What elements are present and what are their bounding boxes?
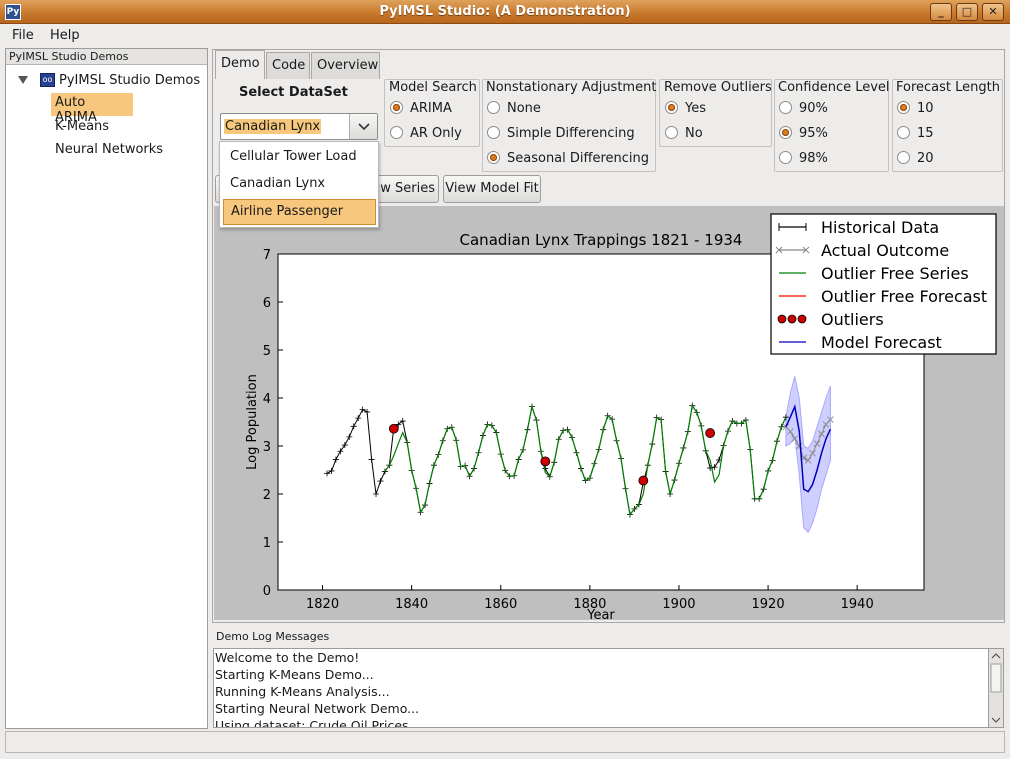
tree-root-label[interactable]: PyIMSL Studio Demos [59,73,200,88]
y-tick-label: 3 [263,440,271,455]
outlier-point [540,456,551,467]
remove-outliers-title: Remove Outliers [664,80,772,95]
chart-panel: Canadian Lynx Trappings 1821 - 1934 Year L… [214,206,1004,623]
dataset-option-airline[interactable]: Airline Passenger [223,199,376,225]
radio-forecast-20[interactable]: 20 [897,151,934,166]
chevron-down-icon[interactable] [349,114,377,139]
radio-confidence-98[interactable]: 98% [779,151,828,166]
close-button[interactable]: ✕ [982,3,1004,21]
menu-bar: File Help [0,24,1010,48]
y-tick-label: 0 [263,584,271,599]
outlier-point [638,475,649,486]
tree-item-k-means[interactable]: K-Means [55,119,109,134]
legend-label: Outlier Free Series [821,264,969,283]
y-tick-label: 7 [263,248,271,263]
dataset-selected: Canadian Lynx [224,119,322,134]
legend-label: Actual Outcome [821,241,949,260]
demos-folder-icon: oo [40,73,55,87]
legend-swatch [797,314,807,324]
radio-none[interactable]: None [487,101,541,116]
legend-label: Outliers [821,310,884,329]
log-line: Welcome to the Demo! [215,650,360,665]
dataset-title: Select DataSet [239,85,348,100]
dataset-option-cellular[interactable]: Cellular Tower Load [223,145,376,171]
log-line: Running K-Means Analysis... [215,684,390,699]
log-title: Demo Log Messages [216,630,330,643]
forecast-length-title: Forecast Length [896,80,1000,95]
log-scrollbar[interactable] [988,648,1004,728]
dataset-dropdown: Cellular Tower Load Canadian Lynx Airlin… [219,141,379,228]
menu-file[interactable]: File [12,28,34,43]
radio-confidence-95[interactable]: 95% [779,126,828,141]
radio-simple-differencing[interactable]: Simple Differencing [487,126,635,141]
legend-label: Historical Data [821,218,939,237]
expand-triangle-icon[interactable] [18,76,28,84]
model-search-title: Model Search [389,80,477,95]
tab-code[interactable]: Code [266,52,310,79]
minimize-button[interactable]: _ [930,3,952,21]
x-tick-label: 1860 [484,597,517,612]
radio-outliers-yes[interactable]: Yes [665,101,706,116]
chart-title: Canadian Lynx Trappings 1821 - 1934 [460,231,743,249]
radio-seasonal-differencing[interactable]: Seasonal Differencing [487,151,649,166]
status-bar [5,731,1005,753]
radio-ar-only[interactable]: AR Only [390,126,462,141]
x-tick-label: 1840 [395,597,428,612]
radio-forecast-10[interactable]: 10 [897,101,934,116]
arima-chart: Canadian Lynx Trappings 1821 - 1934YearL… [245,213,997,623]
tab-demo[interactable]: Demo [215,50,265,79]
y-tick-label: 6 [263,296,271,311]
y-tick-label: 4 [263,392,271,407]
legend-label: Model Forecast [821,333,942,352]
x-tick-label: 1920 [752,597,785,612]
legend-swatch [777,314,787,324]
log-line: Starting K-Means Demo... [215,667,374,682]
legend-swatch [787,314,797,324]
tree-item-auto-arima[interactable]: Auto ARIMA [51,93,133,125]
log-text-area[interactable]: Welcome to the Demo! Starting K-Means De… [213,648,990,728]
x-tick-label: 1880 [573,597,606,612]
outlier-point [388,423,399,434]
log-line: Starting Neural Network Demo... [215,701,420,716]
log-panel: Demo Log Messages Welcome to the Demo! S… [212,628,1005,729]
menu-help[interactable]: Help [50,28,80,43]
tree-item-neural-networks[interactable]: Neural Networks [55,142,163,157]
radio-arima[interactable]: ARIMA [390,101,452,116]
y-axis-label: Log Population [245,374,260,470]
maximize-button[interactable]: □ [956,3,978,21]
radio-confidence-90[interactable]: 90% [779,101,828,116]
log-line: Using dataset: Crude Oil Prices [215,718,409,728]
x-tick-label: 1820 [306,597,339,612]
outlier-point [705,428,716,438]
y-tick-label: 1 [263,536,271,551]
view-model-fit-button[interactable]: View Model Fit [443,175,541,203]
confidence-title: Confidence Level [778,80,890,95]
y-tick-label: 5 [263,344,271,359]
nonstationary-title: Nonstationary Adjustment [486,80,657,95]
dataset-combo[interactable]: Canadian Lynx [220,113,378,140]
title-bar[interactable]: Py PyIMSL Studio: (A Demonstration) _ □ … [0,0,1010,24]
x-tick-label: 1940 [841,597,874,612]
legend-label: Outlier Free Forecast [821,287,987,306]
dataset-option-lynx[interactable]: Canadian Lynx [223,172,376,198]
window-title: PyIMSL Studio: (A Demonstration) [379,4,631,19]
radio-forecast-15[interactable]: 15 [897,126,934,141]
panel-header: PyIMSL Studio Demos [6,49,207,65]
tab-overview[interactable]: Overview [311,52,380,79]
radio-outliers-no[interactable]: No [665,126,703,141]
y-tick-label: 2 [263,488,271,503]
demo-tree-panel: PyIMSL Studio Demos oo PyIMSL Studio Dem… [5,48,208,729]
x-tick-label: 1900 [662,597,695,612]
